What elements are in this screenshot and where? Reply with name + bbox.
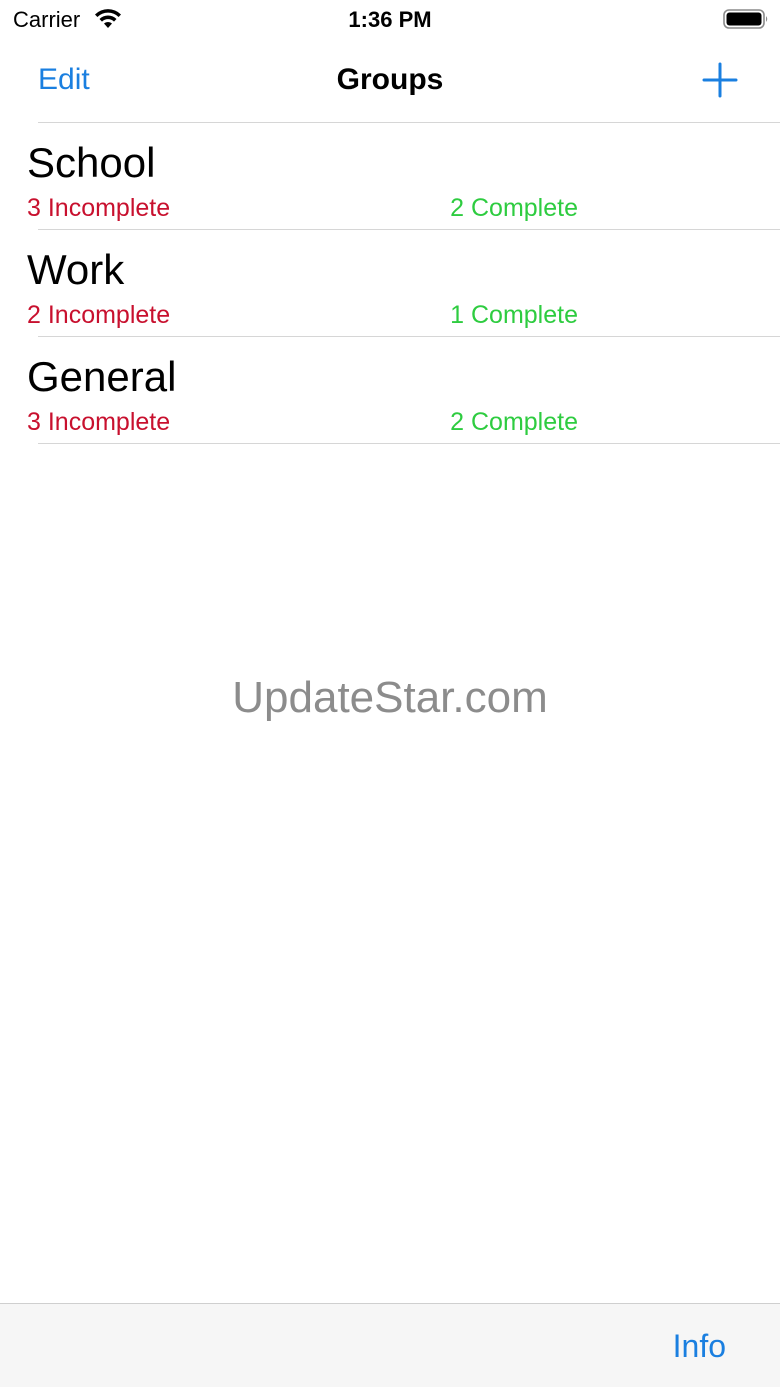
complete-count: 1 Complete [450,301,578,329]
page-title: Groups [336,63,444,96]
incomplete-count: 2 Incomplete [27,301,171,329]
group-name: Work [27,246,125,293]
bottom-toolbar: Info [0,1303,780,1387]
status-time: 1:36 PM [348,7,432,32]
watermark-text: UpdateStar.com [232,673,548,722]
navigation-bar: Edit Groups [0,40,780,123]
plus-icon[interactable] [700,60,740,100]
info-button[interactable]: Info [673,1326,726,1366]
list-item[interactable]: Work 2 Incomplete 1 Complete [0,230,780,337]
status-bar: Carrier 1:36 PM [0,0,780,40]
incomplete-count: 3 Incomplete [27,408,171,436]
complete-count: 2 Complete [450,194,578,222]
group-name: General [27,353,177,400]
group-name: School [27,139,156,186]
complete-count: 2 Complete [450,408,578,436]
battery-icon [723,9,768,29]
row-divider [38,443,780,444]
incomplete-count: 3 Incomplete [27,194,171,222]
list-item[interactable]: General 3 Incomplete 2 Complete [0,337,780,444]
group-list: School 3 Incomplete 2 Complete Work 2 In… [0,123,780,444]
list-item[interactable]: School 3 Incomplete 2 Complete [0,123,780,230]
